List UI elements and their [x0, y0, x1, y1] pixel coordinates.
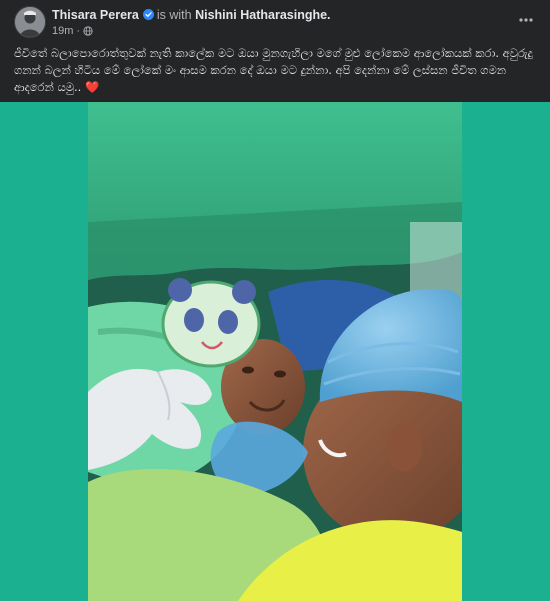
verified-badge-icon: [142, 9, 154, 20]
globe-icon[interactable]: [83, 26, 93, 36]
post-header: Thisara Perera is with Nishini Hatharasin…: [0, 0, 550, 40]
more-options-button[interactable]: [516, 10, 536, 30]
author-avatar[interactable]: [14, 6, 46, 38]
post-meta: 19m ·: [52, 25, 93, 37]
photo-newborn-with-father: [88, 102, 462, 601]
more-options-icon: [519, 18, 533, 22]
tagged-person[interactable]: Nishini Hatharasinghe.: [195, 8, 330, 22]
post-message: ජීවිතේ බලාපොරොත්තුවක් නැති කාලේක මට ඔයා …: [14, 45, 540, 96]
author-name[interactable]: Thisara Perera: [52, 8, 139, 22]
avatar-image: [15, 7, 45, 37]
post-author-line: Thisara Perera is with Nishini Hatharasin…: [52, 8, 331, 22]
with-text: is with: [156, 8, 192, 22]
heart-emoji: ❤️: [84, 80, 100, 94]
meta-separator: ·: [76, 25, 81, 37]
post-time[interactable]: 19m: [52, 25, 73, 37]
post-photo[interactable]: [88, 102, 462, 601]
